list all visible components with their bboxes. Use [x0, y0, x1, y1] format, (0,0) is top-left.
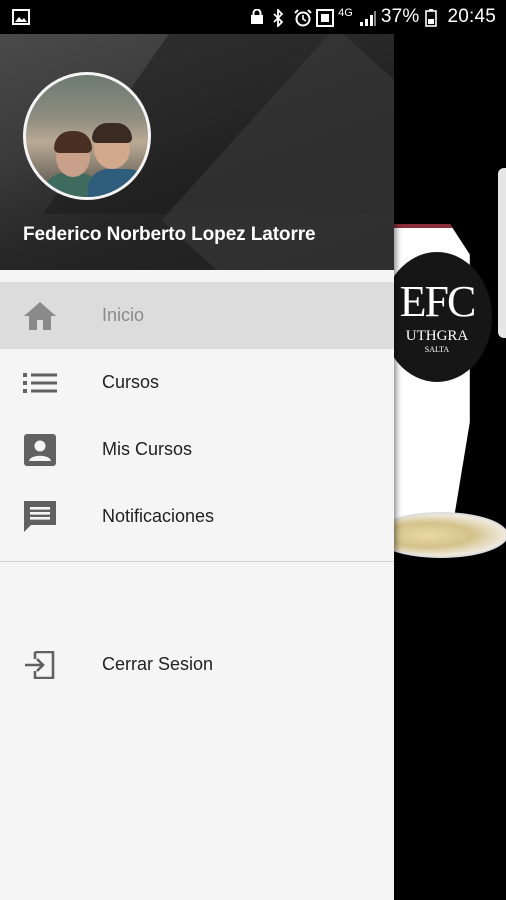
status-bar: 4G 37% 20:45 — [0, 0, 506, 34]
menu-item-cursos[interactable]: Cursos — [0, 349, 394, 416]
menu-item-inicio[interactable]: Inicio — [0, 282, 394, 349]
lock-icon — [250, 8, 266, 25]
home-icon — [22, 298, 58, 334]
user-name: Federico Norberto Lopez Latorre — [23, 224, 316, 245]
food-plate-image — [394, 512, 506, 558]
menu-item-label: Notificaciones — [102, 506, 215, 526]
network-type-label: 4G — [338, 7, 353, 19]
battery-percent: 37% — [380, 6, 420, 27]
app-logo: EFC UTHGRA SALTA — [394, 252, 492, 382]
navigation-drawer: Federico Norberto Lopez Latorre Inicio C… — [0, 34, 394, 900]
menu-item-label: Cerrar Sesion — [102, 654, 214, 674]
menu-item-label: Inicio — [102, 305, 145, 325]
menu-item-mis-cursos[interactable]: Mis Cursos — [0, 416, 394, 483]
gallery-icon — [12, 9, 30, 25]
avatar-figure — [92, 123, 132, 143]
clock: 20:45 — [447, 6, 496, 27]
menu-item-notificaciones[interactable]: Notificaciones — [0, 483, 394, 550]
message-icon — [22, 499, 58, 535]
bluetooth-icon — [272, 7, 288, 29]
exit-icon — [22, 647, 58, 683]
list-icon — [22, 365, 58, 401]
menu-item-label: Cursos — [102, 372, 160, 392]
signal-icon — [359, 9, 376, 26]
menu-divider — [0, 561, 394, 562]
menu-item-label: Mis Cursos — [102, 439, 193, 459]
logo-subtitle: UTHGRA — [405, 328, 469, 344]
alarm-icon — [294, 9, 312, 27]
drawer-header: Federico Norberto Lopez Latorre — [0, 34, 394, 270]
avatar-figure — [54, 131, 92, 153]
background-app: EFC UTHGRA SALTA — [394, 34, 506, 900]
logo-text: EFC — [399, 277, 477, 326]
side-tab — [498, 168, 506, 338]
nfc-icon — [316, 9, 335, 27]
account-box-icon — [22, 432, 58, 468]
battery-icon — [425, 9, 441, 27]
drawer-menu: Inicio Cursos Mis Cursos Notificaciones — [0, 282, 394, 698]
logo-subtitle-2: SALTA — [424, 345, 450, 354]
menu-item-cerrar-sesion[interactable]: Cerrar Sesion — [0, 631, 394, 698]
avatar[interactable] — [23, 72, 151, 200]
avatar-figure — [88, 169, 148, 197]
